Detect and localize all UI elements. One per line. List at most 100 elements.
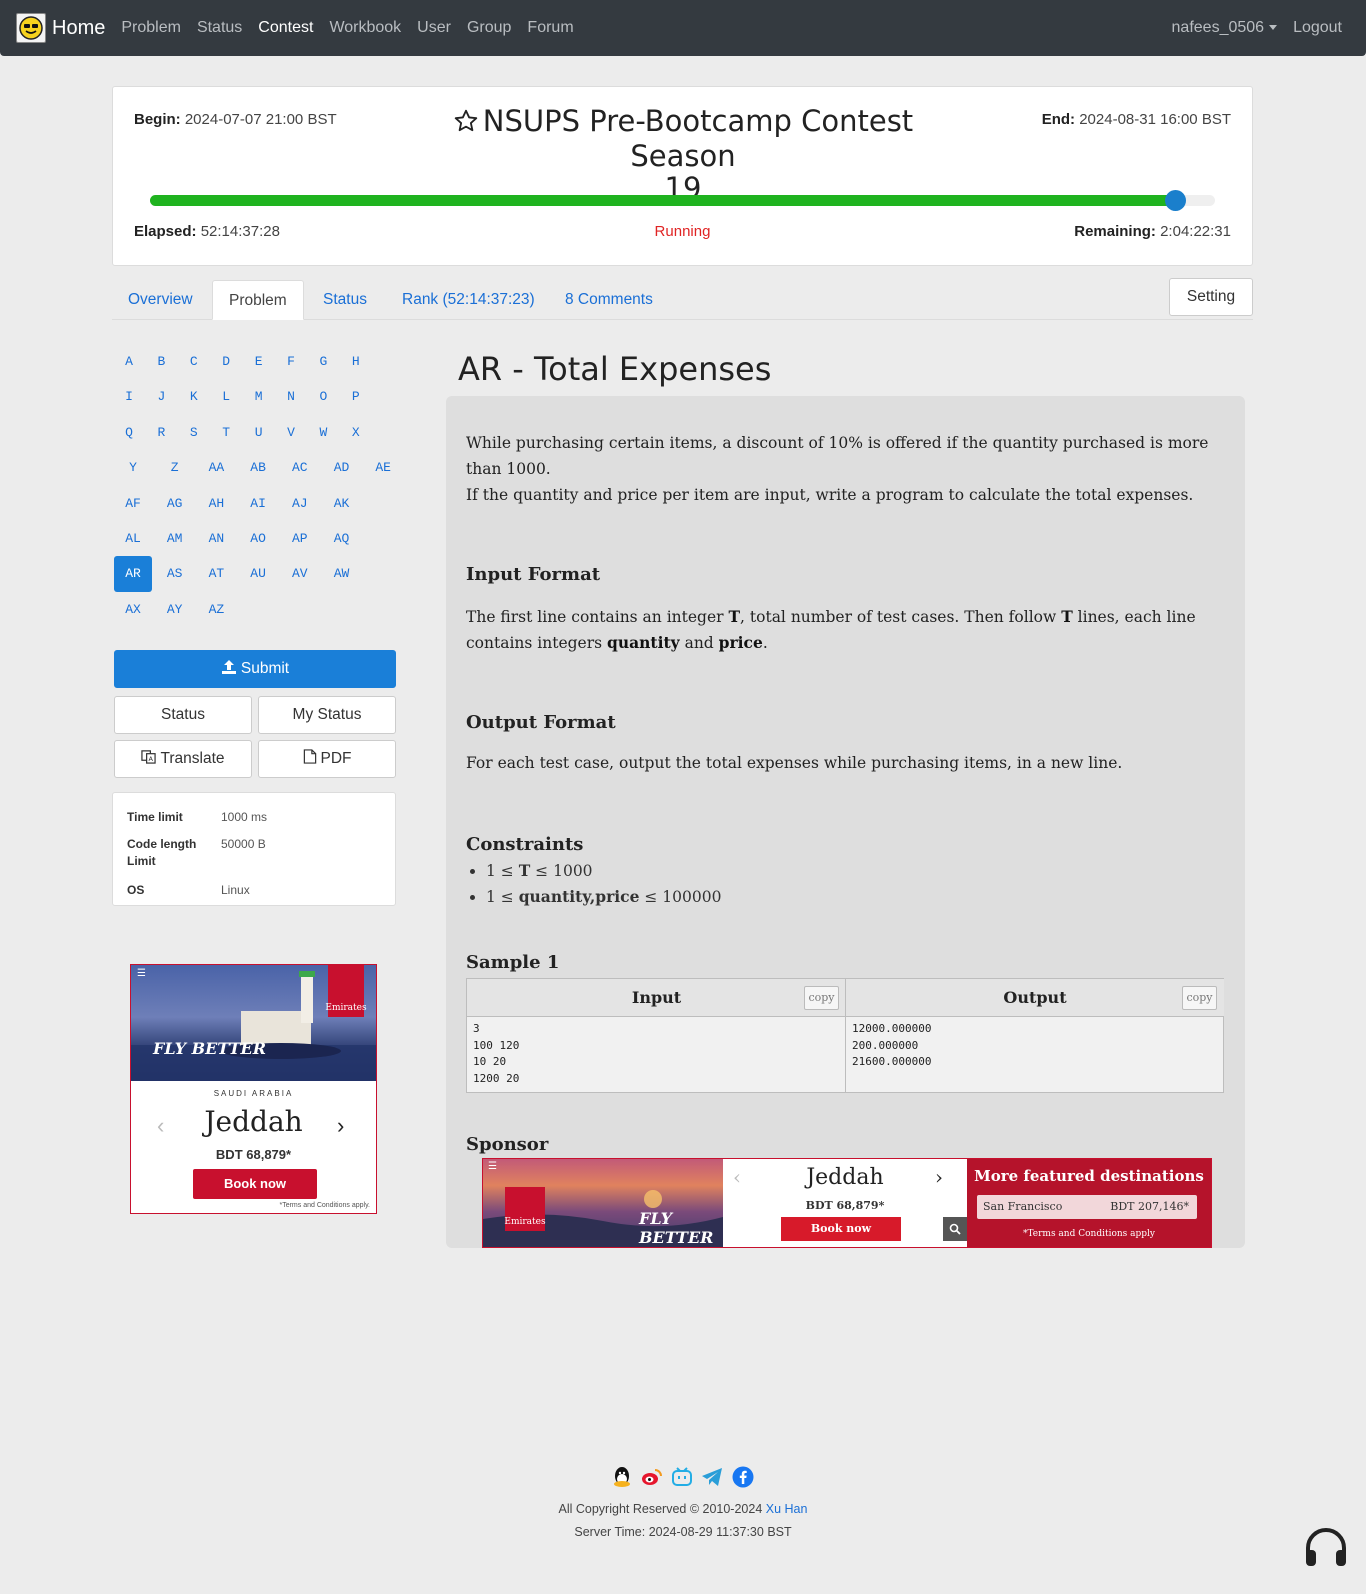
my-status-button[interactable]: My Status — [258, 696, 396, 734]
problem-letter-ae[interactable]: AE — [364, 450, 402, 486]
problem-letter-d[interactable]: D — [211, 344, 241, 380]
ad-menu-icon[interactable]: ☰ — [137, 968, 146, 979]
problem-letter-l[interactable]: L — [211, 379, 241, 415]
problem-letter-u[interactable]: U — [244, 415, 274, 451]
elapsed-value: 52:14:37:28 — [200, 223, 280, 240]
headset-support-icon[interactable] — [1303, 1526, 1349, 1575]
ad-next-icon[interactable]: › — [337, 1113, 344, 1139]
problem-letter-z[interactable]: Z — [156, 450, 194, 486]
ad-search-icon[interactable] — [943, 1217, 967, 1241]
problem-letter-i[interactable]: I — [114, 379, 144, 415]
nav-workbook[interactable]: Workbook — [329, 19, 401, 37]
ad-destination-row[interactable]: San Francisco BDT 207,146* — [977, 1195, 1197, 1219]
problem-letter-ar[interactable]: AR — [114, 556, 152, 593]
tab-problem[interactable]: Problem — [212, 280, 304, 320]
problem-letter-x[interactable]: X — [341, 415, 371, 451]
telegram-icon[interactable] — [701, 1467, 723, 1492]
ad-banner-sponsor[interactable]: Emirates FLY BETTER ☰ ‹ Jeddah › BDT 68,… — [482, 1158, 1212, 1248]
nav-group[interactable]: Group — [467, 19, 511, 37]
user-dropdown[interactable]: nafees_0506 — [1172, 19, 1278, 37]
problem-letter-w[interactable]: W — [308, 415, 338, 451]
ad-wide-next-icon[interactable]: › — [935, 1165, 943, 1189]
author-link[interactable]: Xu Han — [766, 1502, 808, 1516]
problem-letter-aa[interactable]: AA — [197, 450, 235, 486]
qq-icon[interactable] — [612, 1466, 632, 1493]
setting-button[interactable]: Setting — [1169, 278, 1253, 316]
problem-letter-r[interactable]: R — [146, 415, 176, 451]
problem-letter-ac[interactable]: AC — [281, 450, 319, 486]
problem-letter-ak[interactable]: AK — [323, 486, 361, 522]
problem-letter-aq[interactable]: AQ — [323, 521, 361, 557]
problem-letter-au[interactable]: AU — [239, 556, 277, 592]
logout-link[interactable]: Logout — [1293, 19, 1342, 37]
problem-letter-aj[interactable]: AJ — [281, 486, 319, 522]
problem-letter-e[interactable]: E — [244, 344, 274, 380]
problem-letter-ah[interactable]: AH — [197, 486, 235, 522]
submit-button[interactable]: Submit — [114, 650, 396, 688]
problem-letter-ai[interactable]: AI — [239, 486, 277, 522]
problem-letter-h[interactable]: H — [341, 344, 371, 380]
nav-problem[interactable]: Problem — [121, 19, 181, 37]
problem-letter-ay[interactable]: AY — [156, 592, 194, 628]
problem-letter-j[interactable]: J — [146, 379, 176, 415]
problem-letter-av[interactable]: AV — [281, 556, 319, 592]
star-icon[interactable] — [453, 108, 479, 140]
copy-input-button[interactable]: copy — [804, 986, 839, 1010]
nav-contest[interactable]: Contest — [258, 19, 313, 37]
problem-letter-q[interactable]: Q — [114, 415, 144, 451]
problem-letter-az[interactable]: AZ — [197, 592, 235, 628]
contest-tabs: Overview Problem Status Rank (52:14:37:2… — [112, 278, 1253, 320]
problem-letter-a[interactable]: A — [114, 344, 144, 380]
ad-wide-menu-icon[interactable]: ☰ — [488, 1161, 497, 1172]
progress-knob[interactable] — [1164, 190, 1186, 211]
pdf-button[interactable]: PDF — [258, 740, 396, 778]
weibo-icon[interactable] — [641, 1467, 663, 1492]
problem-letter-aw[interactable]: AW — [323, 556, 361, 592]
problem-letter-n[interactable]: N — [276, 379, 306, 415]
problem-letter-s[interactable]: S — [179, 415, 209, 451]
tab-rank[interactable]: Rank (52:14:37:23) — [386, 280, 551, 320]
problem-letter-am[interactable]: AM — [156, 521, 194, 557]
problem-letter-f[interactable]: F — [276, 344, 306, 380]
ad-wide-book-button[interactable]: Book now — [781, 1217, 901, 1241]
problem-letter-t[interactable]: T — [211, 415, 241, 451]
ad-tagline: FLY BETTER — [153, 1039, 267, 1058]
problem-letter-an[interactable]: AN — [197, 521, 235, 557]
status-button[interactable]: Status — [114, 696, 252, 734]
problem-letter-as[interactable]: AS — [156, 556, 194, 592]
translate-button[interactable]: A Translate — [114, 740, 252, 778]
problem-letter-al[interactable]: AL — [114, 521, 152, 557]
problem-letter-ad[interactable]: AD — [323, 450, 361, 486]
tab-overview[interactable]: Overview — [112, 280, 209, 320]
bilibili-icon[interactable] — [671, 1467, 693, 1492]
problem-letter-ao[interactable]: AO — [239, 521, 277, 557]
ad-banner-left[interactable]: Emirates FLY BETTER ☰ SAUDI ARABIA ‹ Jed… — [130, 964, 377, 1214]
tab-status[interactable]: Status — [307, 280, 383, 320]
contest-progress-bar[interactable] — [150, 190, 1215, 211]
facebook-icon[interactable] — [732, 1466, 754, 1493]
problem-letter-at[interactable]: AT — [197, 556, 235, 592]
problem-letter-b[interactable]: B — [146, 344, 176, 380]
problem-letter-p[interactable]: P — [341, 379, 371, 415]
constraint-1-pre: 1 ≤ — [486, 862, 519, 880]
problem-letter-ag[interactable]: AG — [156, 486, 194, 522]
nav-forum[interactable]: Forum — [527, 19, 573, 37]
problem-letter-c[interactable]: C — [179, 344, 209, 380]
problem-letter-o[interactable]: O — [308, 379, 338, 415]
problem-letter-ab[interactable]: AB — [239, 450, 277, 486]
problem-letter-y[interactable]: Y — [114, 450, 152, 486]
copy-output-button[interactable]: copy — [1182, 986, 1217, 1010]
problem-letter-ap[interactable]: AP — [281, 521, 319, 557]
problem-letter-v[interactable]: V — [276, 415, 306, 451]
home-link[interactable]: Home — [16, 13, 105, 43]
problem-letter-g[interactable]: G — [308, 344, 338, 380]
nav-user[interactable]: User — [417, 19, 451, 37]
problem-letter-m[interactable]: M — [244, 379, 274, 415]
problem-letter-k[interactable]: K — [179, 379, 209, 415]
ad-terms: *Terms and Conditions apply. — [279, 1202, 370, 1209]
nav-status[interactable]: Status — [197, 19, 242, 37]
ad-book-button[interactable]: Book now — [193, 1169, 317, 1199]
problem-letter-ax[interactable]: AX — [114, 592, 152, 628]
tab-comments[interactable]: 8 Comments — [549, 280, 669, 320]
problem-letter-af[interactable]: AF — [114, 486, 152, 522]
